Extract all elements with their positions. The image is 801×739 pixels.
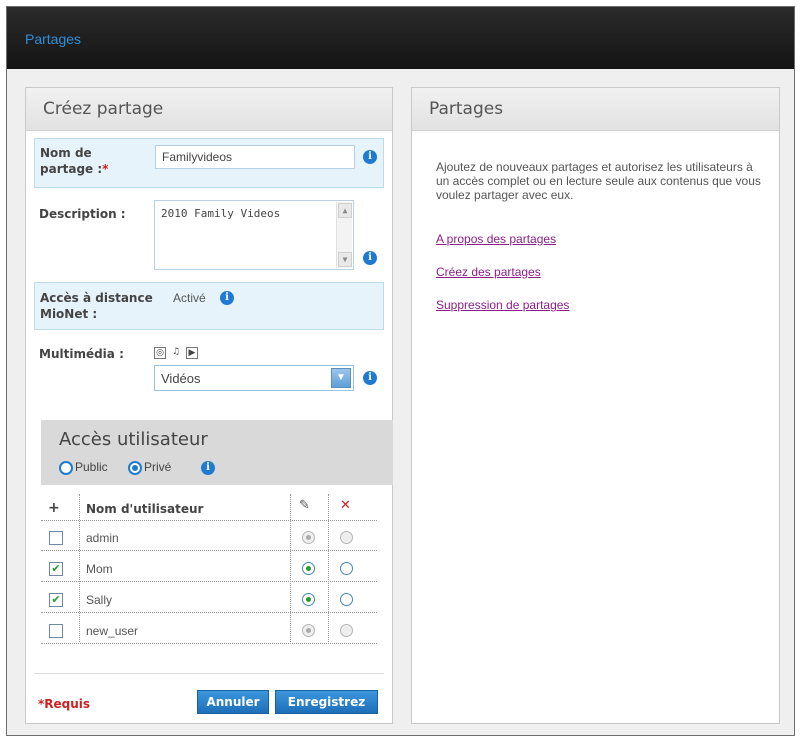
table-divider [41,612,377,613]
share-name-row: Nom de partage :* i [34,138,384,188]
add-user-button[interactable]: + [48,500,60,516]
remote-access-status: Activé [173,291,206,305]
public-radio[interactable] [59,461,73,475]
link-about-shares[interactable]: A propos des partages [436,232,556,246]
table-divider [41,581,377,582]
no-access-radio[interactable] [340,593,353,606]
user-name: new_user [86,624,139,638]
user-checkbox[interactable]: ✔ [49,593,63,607]
cancel-button[interactable]: Annuler [197,690,269,714]
username-column-header: Nom d'utilisateur [86,502,204,516]
table-divider [41,520,377,521]
description-text: 2010 Family Videos [161,207,281,220]
user-access-title: Accès utilisateur [59,429,208,450]
write-access-radio[interactable] [302,593,315,606]
description-label: Description : [39,207,126,221]
camera-icon: ◎ [154,347,166,359]
share-name-label: Nom de partage :* [40,146,109,176]
user-name: Sally [86,593,113,607]
description-textarea[interactable]: 2010 Family Videos ▲ ▼ [154,200,354,270]
save-button[interactable]: Enregistrez [275,690,378,714]
x-icon: ✕ [340,498,351,513]
header-title: Partages [25,31,82,47]
user-name: admin [86,531,119,545]
top-bar: Partages [7,7,794,69]
remote-access-row: Accès à distance MioNet : Activé i [34,282,384,330]
private-label: Privé [144,460,172,474]
info-icon[interactable]: i [363,371,377,385]
pencil-icon: ✎ [299,498,310,513]
link-delete-shares[interactable]: Suppression de partages [436,298,569,312]
write-access-radio[interactable] [302,624,315,637]
video-icon: ▶ [186,347,198,359]
write-access-radio[interactable] [302,531,315,544]
no-access-radio[interactable] [340,562,353,575]
scrollbar[interactable]: ▲ ▼ [336,202,352,268]
user-checkbox[interactable]: ✔ [49,562,63,576]
media-select[interactable]: Vidéos ▼ [154,365,354,391]
info-icon[interactable]: i [363,251,377,265]
required-note: *Requis [38,697,91,711]
user-checkbox[interactable] [49,531,63,545]
table-divider [41,550,377,551]
create-share-title: Créez partage [26,88,392,131]
user-checkbox[interactable] [49,624,63,638]
info-icon[interactable]: i [220,291,234,305]
user-access-box: Accès utilisateur Public Privé i [41,420,393,485]
footer-divider [34,673,384,674]
share-name-input[interactable] [155,145,355,169]
media-label: Multimédia : [39,347,124,361]
media-selected: Vidéos [161,371,201,386]
create-share-panel: Créez partage Nom de partage :* i Descri… [25,87,393,724]
user-name: Mom [86,562,113,576]
music-icon: ♫ [171,347,181,357]
table-divider [79,494,80,642]
scroll-up-icon[interactable]: ▲ [338,203,352,218]
help-panel-title: Partages [412,88,779,131]
public-label: Public [75,460,108,474]
private-radio[interactable] [128,461,142,475]
info-icon[interactable]: i [201,461,215,475]
write-access-radio[interactable] [302,562,315,575]
no-access-radio[interactable] [340,624,353,637]
remote-access-label: Accès à distance MioNet : [40,291,153,321]
table-divider [328,494,329,642]
help-text: Ajoutez de nouveaux partages et autorise… [436,160,761,202]
table-divider [41,643,377,644]
help-panel: Partages Ajoutez de nouveaux partages et… [411,87,780,724]
link-create-shares[interactable]: Créez des partages [436,265,541,279]
info-icon[interactable]: i [363,150,377,164]
scroll-down-icon[interactable]: ▼ [338,252,352,267]
app-frame: Partages Créez partage Nom de partage :*… [6,6,795,736]
table-divider [290,494,291,642]
no-access-radio[interactable] [340,531,353,544]
chevron-down-icon[interactable]: ▼ [331,368,351,388]
